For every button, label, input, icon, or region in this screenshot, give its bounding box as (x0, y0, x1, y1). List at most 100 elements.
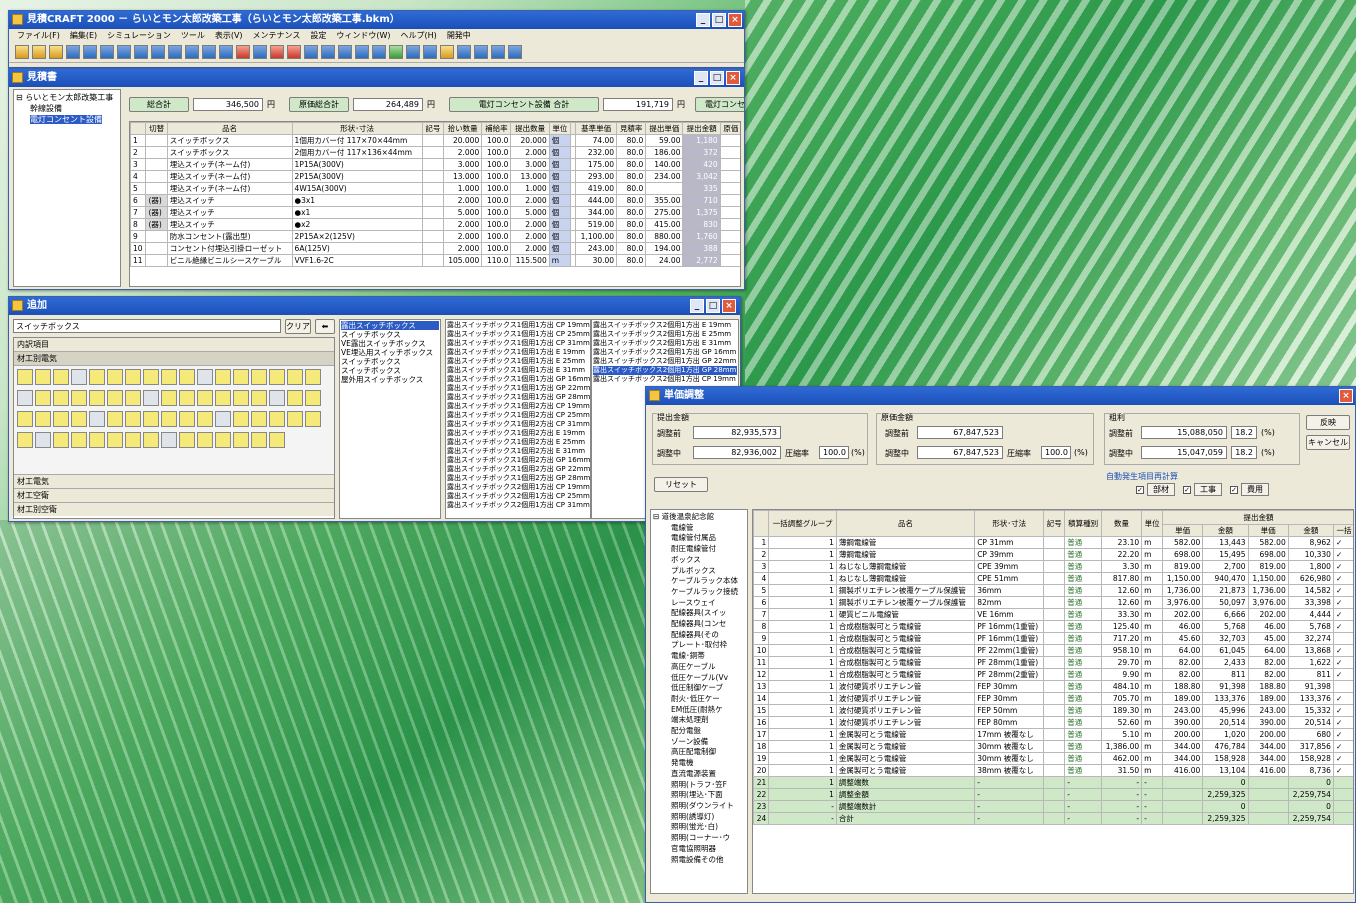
table-row[interactable]: 24- 合計 - - - -2,259,325 2,259,754 (753, 812, 1353, 825)
list-item[interactable]: 露出スイッチボックス1個用2方出 CP 31mm (447, 420, 590, 429)
list-item[interactable]: 露出スイッチボックス1個用2方出 E 25mm (447, 438, 589, 447)
tree-node[interactable]: ケーブルラック接続 (653, 587, 745, 598)
table-row[interactable]: 4 埋込スイッチ(ネーム付) 2P15A(300V) 13.000 100.0 13.00… (130, 170, 740, 183)
table-row[interactable]: 23- 調整端数計 - - - -0 0 (753, 800, 1353, 813)
delete-icon[interactable] (236, 45, 250, 59)
material-icon[interactable] (197, 390, 213, 406)
material-icon[interactable] (251, 369, 267, 385)
table-row[interactable]: 21 1 調整端数 - - - -0 0 (753, 776, 1353, 789)
copy-icon[interactable] (202, 45, 216, 59)
material-icon[interactable] (161, 390, 177, 406)
material-icon[interactable] (71, 390, 87, 406)
list-item[interactable]: 露出スイッチボックス2個用1方出 CP 25mm (447, 492, 590, 501)
preview-icon[interactable] (134, 45, 148, 59)
add-close-icon[interactable]: × (722, 299, 736, 313)
material-icon[interactable] (107, 390, 123, 406)
material-icon[interactable] (17, 432, 33, 448)
table-cell[interactable]: ✓ (1332, 572, 1353, 585)
material-icon[interactable] (89, 432, 105, 448)
material-icon[interactable] (17, 411, 33, 427)
table-row[interactable]: 12 1 合成樹脂製可とう電線管 PF 28mm(2重管) 普通 9.90 m 82.00 81… (753, 668, 1353, 681)
list-item[interactable]: VE露出スイッチボックス (341, 339, 439, 348)
tree-node[interactable]: ゾーン設備 (653, 737, 745, 748)
material-icon[interactable] (269, 390, 285, 406)
table-cell[interactable]: ✓ (1332, 728, 1353, 741)
menu-item[interactable]: 開発中 (447, 29, 471, 43)
cut-icon[interactable] (185, 45, 199, 59)
material-icon[interactable] (179, 411, 195, 427)
material-icon[interactable] (143, 432, 159, 448)
tree-node[interactable]: 発電機 (653, 758, 745, 769)
tree-node[interactable]: 低圧ケーブル(Vv (653, 673, 745, 684)
tree-node[interactable]: レースウェイ (653, 598, 745, 609)
table-cell[interactable] (1332, 680, 1353, 693)
material-icon[interactable] (35, 369, 51, 385)
list-item[interactable]: 露出スイッチボックス1個用2方出 CP 19mm (447, 402, 590, 411)
list-item[interactable]: 露出スイッチボックス1個用1方出 E 31mm (447, 366, 589, 375)
tree-node[interactable]: 高圧配電制御 (653, 747, 745, 758)
add-minimize-icon[interactable]: _ (690, 299, 704, 313)
list-item[interactable]: 露出スイッチボックス1個用2方出 GP 28mm (447, 474, 590, 483)
material-icon[interactable] (251, 411, 267, 427)
column-header[interactable]: 記号 (1043, 510, 1066, 537)
table-cell[interactable]: ✓ (1332, 608, 1353, 621)
table-row[interactable]: 6 (器) 埋込スイッチ ●3x1 2.000 100.0 2.000 個 444.00 80.0… (130, 194, 740, 207)
material-icon[interactable] (161, 411, 177, 427)
tree-node[interactable]: 低圧制御ケーブ (653, 683, 745, 694)
column-header[interactable]: 積算種別 (1064, 510, 1102, 537)
tree-node[interactable]: 照明(誘導灯) (653, 812, 745, 823)
table-row[interactable]: 7 1 硬質ビニル電線管 VE 16mm 普通 33.30 m 202.00 6,666 202.… (753, 608, 1353, 621)
tree-node[interactable]: 配線器具(コンセ (653, 619, 745, 630)
material-icon[interactable] (35, 390, 51, 406)
tree-node[interactable]: 耐圧電線管付 (653, 544, 745, 555)
material-icon[interactable] (179, 432, 195, 448)
table-cell[interactable]: ✓ (1332, 668, 1353, 681)
material-icon[interactable] (17, 369, 33, 385)
material-icon[interactable] (143, 411, 159, 427)
material-icon[interactable] (233, 411, 249, 427)
table-cell[interactable]: ✓ (1332, 656, 1353, 669)
menu-item[interactable]: 編集(E) (70, 29, 97, 43)
tree-node[interactable]: 高圧ケーブル (653, 662, 745, 673)
cancel-button[interactable]: キャンセル (1306, 435, 1350, 450)
estimate-close-icon[interactable]: × (726, 71, 740, 85)
material-icon[interactable] (269, 411, 285, 427)
list-item[interactable]: 露出スイッチボックス2個用1方出 CP 19mm (447, 483, 590, 492)
table-cell[interactable]: ✓ (1332, 740, 1353, 753)
tree-node[interactable]: 照明(トラフ･笠F (653, 780, 745, 791)
ok-button[interactable]: 反映 (1306, 415, 1350, 430)
column-header[interactable]: 切替 (145, 122, 168, 135)
list-item[interactable]: 屋外用スイッチボックス (341, 375, 439, 384)
tree-node-lighting[interactable]: 電灯コンセント設備 (16, 114, 118, 125)
column-header[interactable]: 記号 (421, 122, 444, 135)
print-icon[interactable] (117, 45, 131, 59)
column-header[interactable]: 提出金額 (1162, 510, 1353, 525)
table-cell[interactable]: ✓ (1332, 596, 1353, 609)
material-icon[interactable] (17, 390, 33, 406)
material-icon[interactable] (269, 432, 285, 448)
column-header[interactable]: 単価 (1162, 524, 1204, 537)
table-row[interactable]: 11 ビニル絶縁ビニルシースケーブル VVF1.6-2C 105.000 110.0 11… (130, 254, 740, 267)
table-cell[interactable]: ✓ (1332, 692, 1353, 705)
material-icon[interactable] (233, 432, 249, 448)
table-cell[interactable]: ✓ (1332, 752, 1353, 765)
material-icon[interactable] (35, 411, 51, 427)
material-icon[interactable] (89, 369, 105, 385)
list-item[interactable]: 露出スイッチボックス2個用1方出 GP 16mm (593, 348, 737, 357)
list-item[interactable]: 露出スイッチボックス1個用2方出 GP 16mm (447, 456, 590, 465)
save-icon[interactable] (66, 45, 80, 59)
material-icon[interactable] (215, 369, 231, 385)
material-icon[interactable] (125, 390, 141, 406)
material-icon[interactable] (161, 432, 177, 448)
category-section[interactable]: 材工空衛 (14, 488, 334, 502)
recalc-checkbox[interactable]: ✓ 工事 (1183, 483, 1222, 496)
table-row[interactable]: 3 埋込スイッチ(ネーム付) 1P15A(300V) 3.000 100.0 3.000 個… (130, 158, 740, 171)
category-section[interactable]: 内訳項目 (14, 338, 334, 352)
material-icon[interactable] (71, 432, 87, 448)
column-header[interactable] (130, 122, 147, 135)
category-section[interactable]: 材工別電気 (14, 352, 334, 366)
grid-icon[interactable] (372, 45, 386, 59)
table-row[interactable]: 11 1 合成樹脂製可とう電線管 PF 28mm(1重管) 普通 29.70 m 82.00 2… (753, 656, 1353, 669)
material-icon[interactable] (215, 432, 231, 448)
table-cell[interactable]: ✓ (1332, 536, 1353, 549)
